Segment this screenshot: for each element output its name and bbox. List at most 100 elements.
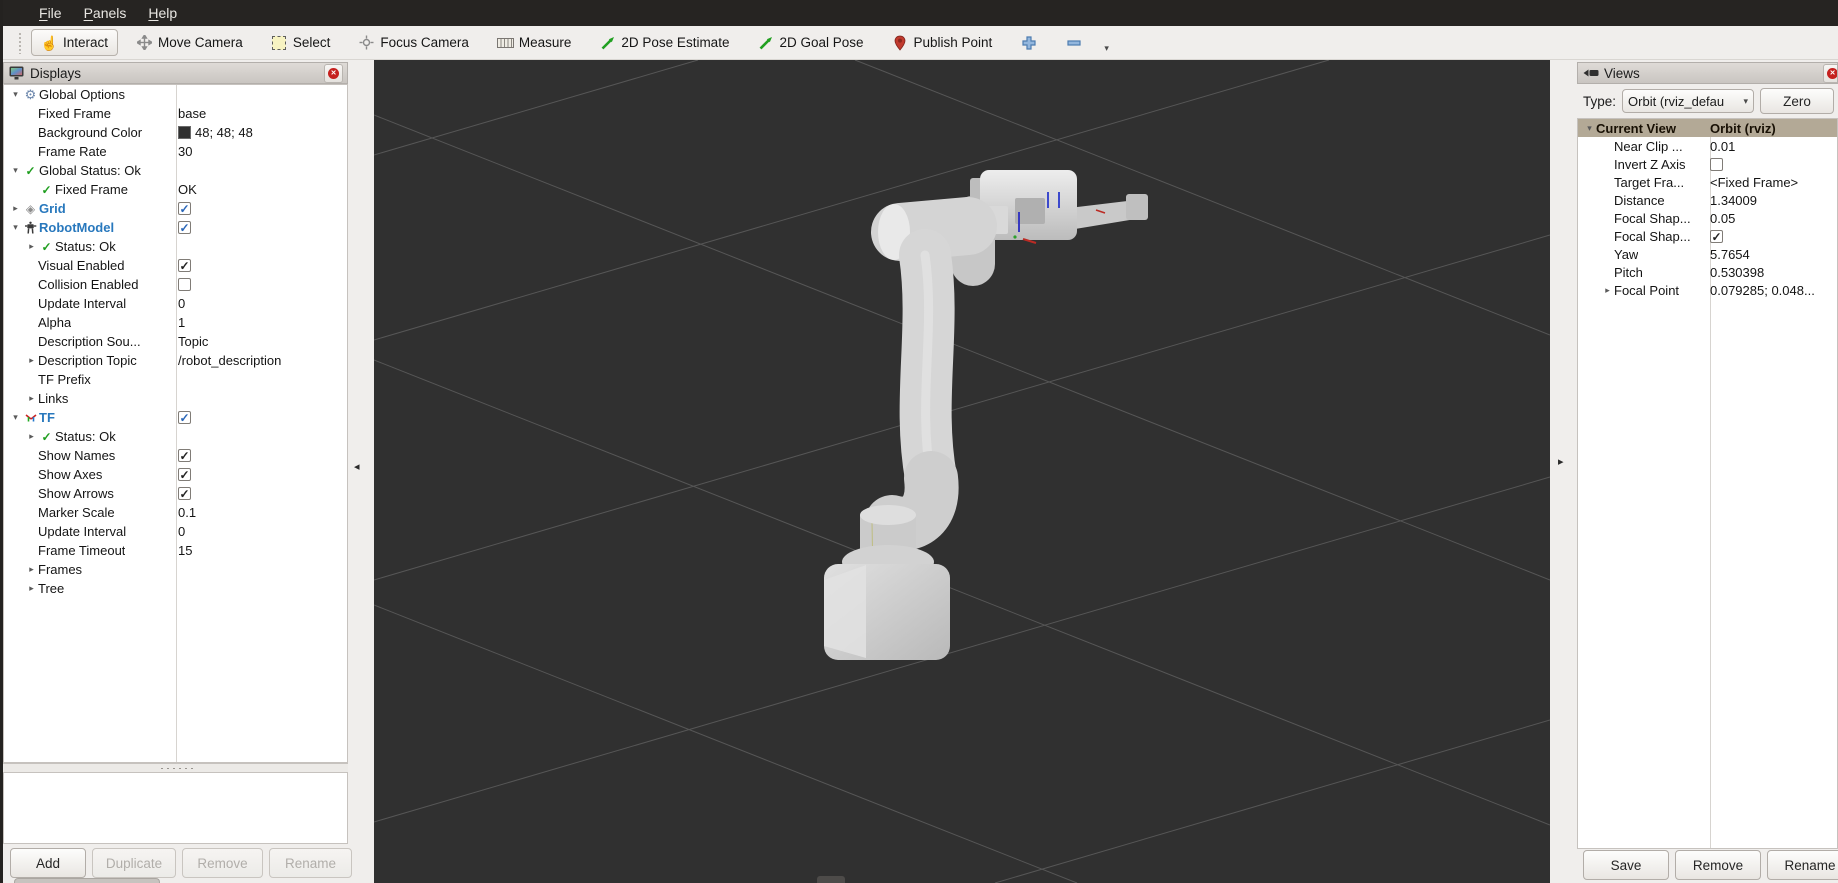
property-value[interactable]: 48; 48; 48 <box>178 123 253 142</box>
collapse-right-handle[interactable]: ▸ <box>1558 457 1564 468</box>
property-row[interactable]: ▸◈Grid✓ <box>4 199 347 218</box>
menu-item-help[interactable]: Help <box>137 3 188 23</box>
duplicate-display-button[interactable]: Duplicate <box>92 848 176 878</box>
property-row[interactable]: Focal Shap...0.05 <box>1578 209 1837 227</box>
displays-close-button[interactable]: ✕ <box>324 64 343 83</box>
checkbox-checked[interactable]: ✓ <box>178 411 191 424</box>
property-value[interactable]: 0.1 <box>178 503 196 522</box>
property-row[interactable]: Background Color48; 48; 48 <box>4 123 347 142</box>
property-row[interactable]: ▾TF✓ <box>4 408 347 427</box>
property-row[interactable]: Marker Scale0.1 <box>4 503 347 522</box>
property-value[interactable]: 1.34009 <box>1710 191 1757 209</box>
expander-open-icon[interactable]: ▾ <box>9 161 22 180</box>
tool-2d-goal-pose[interactable]: 2D Goal Pose <box>747 29 873 56</box>
toolbar-overflow-icon[interactable]: ▾ <box>1104 43 1109 54</box>
property-value[interactable]: 0.079285; 0.048... <box>1710 281 1815 299</box>
property-row[interactable]: ▸Tree <box>4 579 347 598</box>
property-value[interactable]: 0.05 <box>1710 209 1735 227</box>
property-row[interactable]: ▾Current ViewOrbit (rviz) <box>1578 119 1837 137</box>
expander-open-icon[interactable]: ▾ <box>9 85 22 104</box>
collapse-left-handle[interactable]: ◂ <box>354 462 360 473</box>
property-row[interactable]: ▸Links <box>4 389 347 408</box>
checkbox-unchecked[interactable] <box>178 278 191 291</box>
expander-closed-icon[interactable]: ▸ <box>25 427 38 446</box>
property-row[interactable]: Fixed Framebase <box>4 104 347 123</box>
property-value[interactable]: Topic <box>178 332 208 351</box>
expander-closed-icon[interactable]: ▸ <box>1601 281 1614 300</box>
property-row[interactable]: Yaw5.7654 <box>1578 245 1837 263</box>
menu-item-file[interactable]: File <box>28 3 73 23</box>
property-row[interactable]: TF Prefix <box>4 370 347 389</box>
expander-open-icon[interactable]: ▾ <box>1583 119 1596 138</box>
checkbox-checked[interactable]: ✓ <box>178 449 191 462</box>
property-row[interactable]: Show Arrows✓ <box>4 484 347 503</box>
property-value[interactable]: 30 <box>178 142 192 161</box>
property-row[interactable]: Pitch0.530398 <box>1578 263 1837 281</box>
property-row[interactable]: Frame Rate30 <box>4 142 347 161</box>
property-row[interactable]: Show Names✓ <box>4 446 347 465</box>
rename-display-button[interactable]: Rename <box>269 848 352 878</box>
property-value[interactable]: Orbit (rviz) <box>1710 119 1776 137</box>
checkbox-checked[interactable]: ✓ <box>1710 230 1723 243</box>
property-value[interactable]: 0 <box>178 294 185 313</box>
tool-focus-camera[interactable]: Focus Camera <box>348 29 479 56</box>
property-value[interactable]: 15 <box>178 541 192 560</box>
property-value[interactable]: <Fixed Frame> <box>1710 173 1798 191</box>
property-row[interactable]: ▸Frames <box>4 560 347 579</box>
property-row[interactable]: Visual Enabled✓ <box>4 256 347 275</box>
property-row[interactable]: Focal Shap...✓ <box>1578 227 1837 245</box>
tool-select[interactable]: Select <box>261 29 341 56</box>
property-value[interactable]: base <box>178 104 206 123</box>
checkbox-checked[interactable]: ✓ <box>178 468 191 481</box>
expander-open-icon[interactable]: ▾ <box>9 218 22 237</box>
property-row[interactable]: ▸Focal Point0.079285; 0.048... <box>1578 281 1837 299</box>
property-row[interactable]: ▸✓Status: Ok <box>4 237 347 256</box>
property-value[interactable]: 0 <box>178 522 185 541</box>
property-row[interactable]: ▸Description Topic/robot_description <box>4 351 347 370</box>
property-row[interactable]: Frame Timeout15 <box>4 541 347 560</box>
property-row[interactable]: ▾✓Global Status: Ok <box>4 161 347 180</box>
save-view-button[interactable]: Save <box>1583 850 1669 880</box>
property-value[interactable]: /robot_description <box>178 351 281 370</box>
tool-2d-pose-estimate[interactable]: 2D Pose Estimate <box>589 29 739 56</box>
property-value[interactable]: 0.530398 <box>1710 263 1764 281</box>
property-row[interactable]: ▾RobotModel✓ <box>4 218 347 237</box>
property-value[interactable]: 1 <box>178 313 185 332</box>
property-row[interactable]: Update Interval0 <box>4 522 347 541</box>
expander-closed-icon[interactable]: ▸ <box>25 560 38 579</box>
zero-button[interactable]: Zero <box>1760 88 1834 114</box>
property-row[interactable]: Invert Z Axis <box>1578 155 1837 173</box>
tool-move-camera[interactable]: Move Camera <box>126 29 253 56</box>
property-row[interactable]: Description Sou...Topic <box>4 332 347 351</box>
expander-closed-icon[interactable]: ▸ <box>25 351 38 370</box>
expander-closed-icon[interactable]: ▸ <box>25 237 38 256</box>
add-display-button[interactable]: Add <box>10 848 86 878</box>
views-close-button[interactable]: ✕ <box>1823 64 1838 83</box>
checkbox-checked[interactable]: ✓ <box>178 259 191 272</box>
time-panel-tab[interactable] <box>817 876 845 883</box>
property-row[interactable]: Target Fra...<Fixed Frame> <box>1578 173 1837 191</box>
property-row[interactable]: Collision Enabled <box>4 275 347 294</box>
expander-closed-icon[interactable]: ▸ <box>25 579 38 598</box>
expander-open-icon[interactable]: ▾ <box>9 408 22 427</box>
property-value[interactable]: 0.01 <box>1710 137 1735 155</box>
remove-display-button[interactable]: Remove <box>182 848 263 878</box>
checkbox-checked[interactable]: ✓ <box>178 487 191 500</box>
tool-plus-icon[interactable] <box>1010 29 1047 56</box>
property-row[interactable]: ✓Fixed FrameOK <box>4 180 347 199</box>
property-row[interactable]: Near Clip ...0.01 <box>1578 137 1837 155</box>
property-value[interactable]: OK <box>178 180 197 199</box>
checkbox-checked[interactable]: ✓ <box>178 202 191 215</box>
checkbox-unchecked[interactable] <box>1710 158 1723 171</box>
tool-minus-icon[interactable] <box>1055 29 1092 56</box>
rename-view-button[interactable]: Rename <box>1767 850 1838 880</box>
3d-viewport[interactable] <box>374 60 1550 883</box>
view-type-dropdown[interactable]: Orbit (rviz_defau ▾ <box>1622 89 1754 113</box>
tool-publish-point[interactable]: Publish Point <box>882 29 1003 56</box>
property-row[interactable]: ▾⚙Global Options <box>4 85 347 104</box>
tool-interact[interactable]: ☝Interact <box>31 29 118 56</box>
tool-measure[interactable]: Measure <box>487 29 582 56</box>
toolbar-drag-handle[interactable] <box>18 32 23 54</box>
property-row[interactable]: Distance1.34009 <box>1578 191 1837 209</box>
menu-item-panels[interactable]: Panels <box>73 3 138 23</box>
